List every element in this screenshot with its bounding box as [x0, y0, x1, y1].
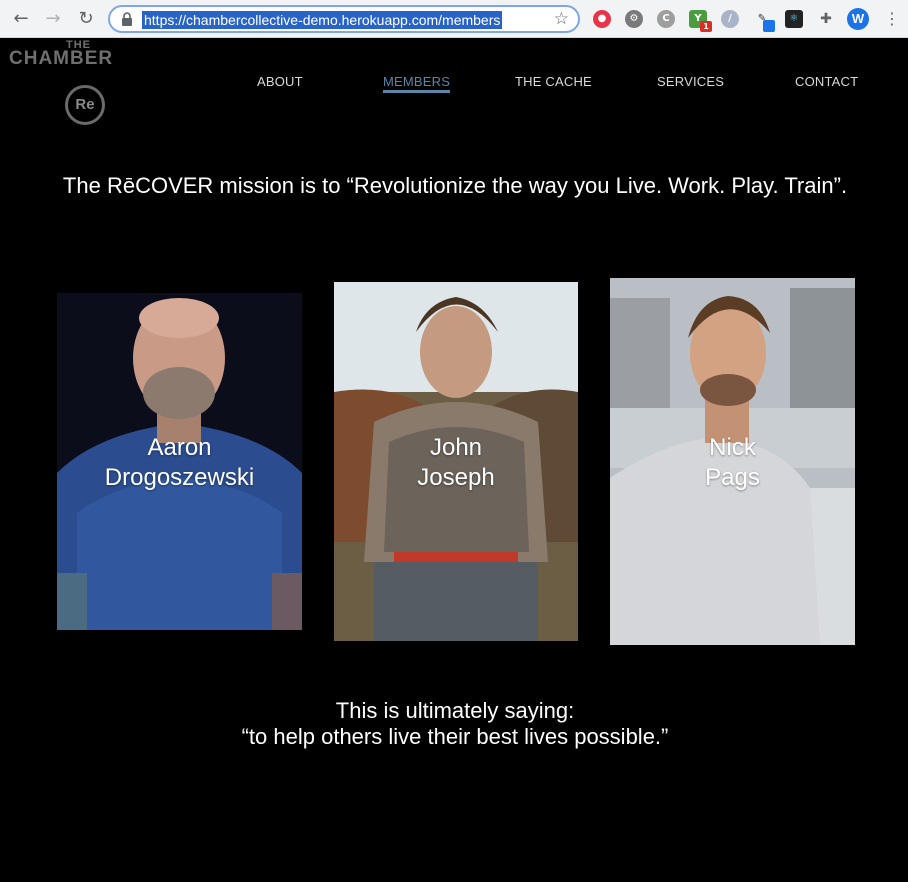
logo-chamber-text[interactable]: CHAMBER — [9, 48, 113, 70]
re-logo-icon[interactable]: Re — [65, 85, 105, 125]
address-bar[interactable]: https://chambercollective-demo.herokuapp… — [108, 5, 580, 33]
browser-toolbar: ← → ↻ https://chambercollective-demo.her… — [0, 0, 908, 38]
member-card-nick[interactable]: Nick Pags — [610, 278, 855, 645]
nav-the-cache[interactable]: THE CACHE — [515, 74, 592, 89]
forward-arrow-icon[interactable]: → — [43, 9, 63, 29]
menu-kebab-icon[interactable]: ⋮ — [884, 8, 900, 30]
member-name: Nick Pags — [610, 433, 855, 493]
mission-statement: The RēCOVER mission is to “Revolutionize… — [62, 173, 848, 198]
back-arrow-icon[interactable]: ← — [11, 9, 31, 29]
react-devtools-icon[interactable]: ⚛ — [785, 10, 803, 28]
reload-icon[interactable]: ↻ — [76, 9, 96, 29]
member-name: Aaron Drogoszewski — [57, 433, 302, 493]
bookmark-star-icon[interactable]: ☆ — [554, 9, 569, 29]
extension-feather-icon[interactable]: / — [721, 10, 739, 28]
extension-red-icon[interactable]: ● — [593, 10, 611, 28]
closing-statement: This is ultimately saying: “to help othe… — [100, 698, 810, 750]
member-first-name: Aaron — [147, 434, 212, 461]
url-text[interactable]: https://chambercollective-demo.herokuapp… — [142, 11, 503, 29]
nav-members[interactable]: MEMBERS — [383, 74, 451, 93]
nav-contact[interactable]: CONTACT — [795, 74, 858, 89]
member-name: John Joseph — [334, 433, 578, 493]
member-last-name: Pags — [705, 464, 760, 491]
member-first-name: John — [429, 434, 483, 461]
closing-line-1: This is ultimately saying: — [335, 698, 575, 723]
extensions-puzzle-icon[interactable]: ✚ — [817, 10, 835, 28]
member-last-name: Joseph — [417, 464, 495, 491]
profile-avatar[interactable]: W — [847, 8, 869, 30]
lock-icon[interactable] — [121, 12, 133, 26]
member-card-john[interactable]: John Joseph — [334, 282, 578, 641]
member-last-name: Drogoszewski — [104, 464, 255, 491]
color-swatch-icon — [763, 20, 775, 32]
nav-about[interactable]: ABOUT — [257, 74, 303, 89]
member-card-aaron[interactable]: Aaron Drogoszewski — [57, 293, 302, 630]
member-first-name: Nick — [709, 434, 756, 461]
extension-badge: 1 — [700, 21, 712, 32]
extension-gear-icon[interactable]: ⚙ — [625, 10, 643, 28]
closing-line-2: “to help others live their best lives po… — [241, 724, 669, 749]
nav-services[interactable]: SERVICES — [657, 74, 724, 89]
extension-grey-circle-icon[interactable]: C — [657, 10, 675, 28]
